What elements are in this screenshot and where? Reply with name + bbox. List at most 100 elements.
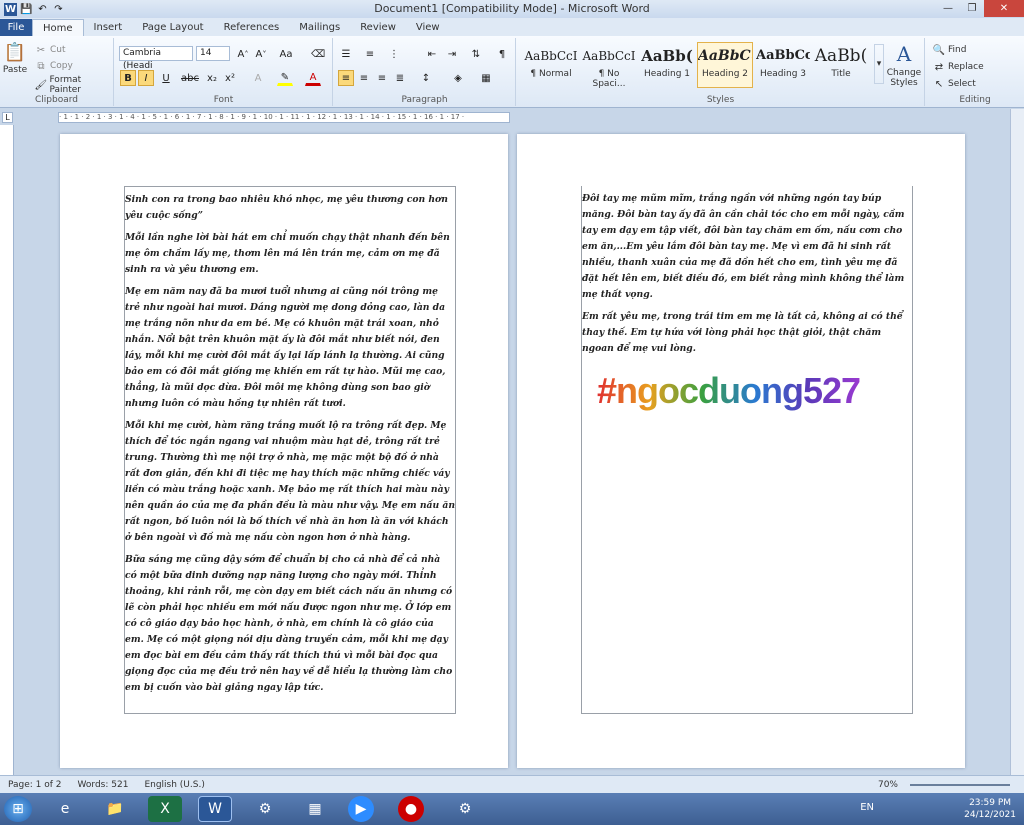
borders-icon[interactable]: ▦	[478, 70, 494, 86]
multilevel-list-icon[interactable]: ⋮	[386, 46, 402, 62]
italic-button[interactable]: I	[138, 70, 154, 86]
input-language[interactable]: EN	[860, 802, 874, 813]
word-count[interactable]: Words: 521	[70, 780, 137, 790]
text-box[interactable]: Đôi tay mẹ mũm mĩm, trắng ngần với những…	[581, 186, 913, 714]
title-bar: W 💾 ↶ ↷ Document1 [Compatibility Mode] -…	[0, 0, 1024, 18]
replace-icon: ⇄	[934, 61, 944, 73]
minimize-button[interactable]: —	[936, 0, 960, 17]
copy-button[interactable]: ⧉ Copy	[34, 59, 72, 73]
group-label: Editing	[959, 95, 991, 105]
align-left-icon[interactable]: ≡	[338, 70, 354, 86]
format-painter-button[interactable]: 🖌 Format Painter	[34, 75, 113, 95]
group-label: Paragraph	[401, 95, 448, 105]
tab-page-layout[interactable]: Page Layout	[132, 19, 213, 36]
paragraph[interactable]: Mẹ em năm nay đã ba mươi tuổi nhưng ai c…	[125, 284, 455, 412]
close-button[interactable]: ✕	[984, 0, 1024, 17]
app-icon[interactable]: ⚙	[248, 796, 282, 822]
underline-button[interactable]: U	[158, 70, 174, 86]
page-2: Đôi tay mẹ mũm mĩm, trắng ngần với những…	[517, 134, 965, 768]
maximize-button[interactable]: ❐	[960, 0, 984, 17]
folder-icon[interactable]: 📁	[98, 796, 132, 822]
style-heading-2[interactable]: AaBbC(Heading 2	[697, 42, 753, 88]
language[interactable]: English (U.S.)	[136, 780, 212, 790]
tab-selector-icon[interactable]: L	[2, 112, 13, 123]
style-heading-1[interactable]: AaBb(Heading 1	[639, 42, 695, 88]
zoom-level[interactable]: 70%	[870, 780, 906, 790]
zoom-icon[interactable]: ▶	[348, 796, 374, 822]
clipboard-group: 📋 Paste ✂ Cut ⧉ Copy 🖌 Format Painter Clipb…	[0, 38, 114, 106]
tab-review[interactable]: Review	[350, 19, 406, 36]
wordart[interactable]: #ngocduong527	[597, 370, 861, 412]
document-canvas: Sinh con ra trong bao nhiêu khó nhọc, mẹ…	[14, 125, 1010, 775]
record-icon[interactable]: ●	[398, 796, 424, 822]
style-title[interactable]: AaBb(Title	[813, 42, 869, 88]
excel-icon[interactable]: X	[148, 796, 182, 822]
tab-references[interactable]: References	[214, 19, 290, 36]
ruler-scale[interactable]: · 1 · 1 · 2 · 1 · 3 · 1 · 4 · 1 · 5 · 1 …	[58, 112, 510, 123]
align-center-icon[interactable]: ≡	[356, 70, 372, 86]
styles-scroll[interactable]: ▾	[874, 44, 884, 84]
tab-file[interactable]: File	[0, 19, 32, 36]
highlight-icon[interactable]: ✎	[277, 70, 293, 86]
cursor-icon: ↖	[934, 78, 944, 90]
pilcrow-icon[interactable]: ¶	[494, 46, 510, 62]
shrink-font-icon[interactable]: A ˅	[253, 46, 269, 62]
tab-insert[interactable]: Insert	[84, 19, 133, 36]
text-box[interactable]: Sinh con ra trong bao nhiêu khó nhọc, mẹ…	[124, 186, 456, 714]
bold-button[interactable]: B	[120, 70, 136, 86]
page-count[interactable]: Page: 1 of 2	[0, 780, 70, 790]
tab-home[interactable]: Home	[32, 19, 84, 36]
time: 23:59 PM	[969, 798, 1012, 808]
shading-icon[interactable]: ◈	[450, 70, 466, 86]
start-button[interactable]: ⊞	[4, 796, 32, 822]
group-label: Font	[213, 95, 234, 105]
style-heading-3[interactable]: AaBbCc Heading 3	[755, 42, 811, 88]
zoom-slider[interactable]	[910, 783, 1010, 786]
style-normal[interactable]: AaBbCcI ¶ Normal	[523, 42, 579, 88]
replace-button[interactable]: ⇄ Replace	[932, 60, 984, 74]
justify-icon[interactable]: ≣	[392, 70, 408, 86]
superscript-button[interactable]: x²	[222, 70, 238, 86]
paragraph[interactable]: Đôi tay mẹ mũm mĩm, trắng ngần với những…	[582, 191, 912, 303]
paragraph[interactable]: Mỗi lần nghe lời bài hát em chỉ muốn chạ…	[125, 230, 455, 278]
window-title: Document1 [Compatibility Mode] - Microso…	[374, 2, 650, 15]
bullets-icon[interactable]: ☰	[338, 46, 354, 62]
font-color-icon[interactable]: A	[305, 70, 321, 86]
calculator-icon[interactable]: ▦	[298, 796, 332, 822]
tab-mailings[interactable]: Mailings	[289, 19, 350, 36]
change-styles-button[interactable]: A Change Styles	[885, 42, 923, 88]
paragraph[interactable]: Sinh con ra trong bao nhiêu khó nhọc, mẹ…	[125, 192, 455, 224]
decrease-indent-icon[interactable]: ⇤	[424, 46, 440, 62]
find-button[interactable]: 🔍 Find	[932, 43, 967, 57]
text-effects-icon[interactable]: A	[250, 70, 266, 86]
select-button[interactable]: ↖ Select	[932, 77, 976, 91]
sort-icon[interactable]: ⇅	[468, 46, 484, 62]
vertical-scrollbar[interactable]	[1010, 109, 1024, 775]
cut-button[interactable]: ✂ Cut	[34, 43, 66, 57]
grow-font-icon[interactable]: A ˄	[235, 46, 251, 62]
paragraph[interactable]: Em rất yêu mẹ, trong trái tim em mẹ là t…	[582, 309, 912, 357]
paste-button[interactable]: 📋 Paste	[2, 42, 28, 75]
paragraph[interactable]: Bữa sáng mẹ cũng dậy sớm để chuẩn bị cho…	[125, 552, 455, 696]
clock[interactable]: 23:59 PM 24/12/2021	[964, 797, 1016, 821]
clear-formatting-icon[interactable]: ⌫	[310, 46, 326, 62]
ie-icon[interactable]: e	[48, 796, 82, 822]
status-bar: Page: 1 of 2 Words: 521 English (U.S.) 7…	[0, 775, 1024, 793]
word-icon[interactable]: W	[198, 796, 232, 822]
paragraph[interactable]: Mỗi khi mẹ cười, hàm răng trắng muốt lộ …	[125, 418, 455, 546]
font-size-select[interactable]: 14	[196, 46, 230, 61]
font-name-select[interactable]: Cambria (Headi	[119, 46, 193, 71]
change-case-icon[interactable]: Aa	[278, 46, 294, 62]
scissors-icon: ✂	[36, 44, 46, 56]
binoculars-icon: 🔍	[932, 44, 946, 56]
align-right-icon[interactable]: ≡	[374, 70, 390, 86]
app-icon-2[interactable]: ⚙	[448, 796, 482, 822]
strikethrough-button[interactable]: abc	[181, 70, 199, 86]
style-no-spacing[interactable]: AaBbCcI ¶ No Spaci...	[581, 42, 637, 89]
horizontal-ruler: L · 1 · 1 · 2 · 1 · 3 · 1 · 4 · 1 · 5 · …	[0, 109, 1024, 125]
line-spacing-icon[interactable]: ↕	[418, 70, 434, 86]
numbering-icon[interactable]: ≡	[362, 46, 378, 62]
tab-view[interactable]: View	[406, 19, 450, 36]
subscript-button[interactable]: x₂	[204, 70, 220, 86]
increase-indent-icon[interactable]: ⇥	[444, 46, 460, 62]
